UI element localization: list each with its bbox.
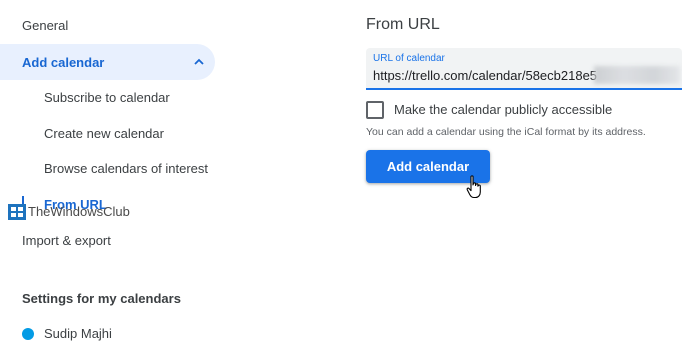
nav-general[interactable]: General: [22, 18, 68, 33]
helper-text: You can add a calendar using the iCal fo…: [366, 126, 646, 138]
watermark-logo-icon: [8, 204, 26, 220]
url-of-calendar-field[interactable]: URL of calendar https://trello.com/calen…: [366, 48, 682, 90]
public-access-checkbox[interactable]: [366, 101, 384, 119]
main-panel: From URL URL of calendar https://trello.…: [230, 0, 700, 359]
nav-add-calendar[interactable]: Add calendar: [0, 44, 215, 80]
chevron-up-icon[interactable]: [193, 57, 205, 67]
nav-browse-calendars[interactable]: Browse calendars of interest: [44, 161, 208, 176]
nav-import-export[interactable]: Import & export: [22, 233, 111, 248]
page-title: From URL: [366, 16, 440, 33]
hand-pointer-icon: [466, 175, 481, 199]
nav-add-calendar-label: Add calendar: [22, 55, 105, 70]
url-field-value[interactable]: https://trello.com/calendar/58ecb218e5: [373, 68, 597, 83]
settings-for-my-calendars-heading: Settings for my calendars: [22, 291, 181, 306]
url-field-label: URL of calendar: [373, 53, 445, 64]
watermark-text: TheWindowsClub: [28, 204, 130, 219]
calendar-color-dot: [22, 328, 34, 340]
nav-calendar-sudip-majhi[interactable]: Sudip Majhi: [44, 326, 112, 341]
nav-create-new-calendar[interactable]: Create new calendar: [44, 126, 164, 141]
redacted-blur: [594, 66, 680, 84]
settings-sidebar: General Add calendar Subscribe to calend…: [0, 0, 230, 359]
nav-subscribe-to-calendar[interactable]: Subscribe to calendar: [44, 90, 170, 105]
public-access-label[interactable]: Make the calendar publicly accessible: [394, 102, 612, 117]
